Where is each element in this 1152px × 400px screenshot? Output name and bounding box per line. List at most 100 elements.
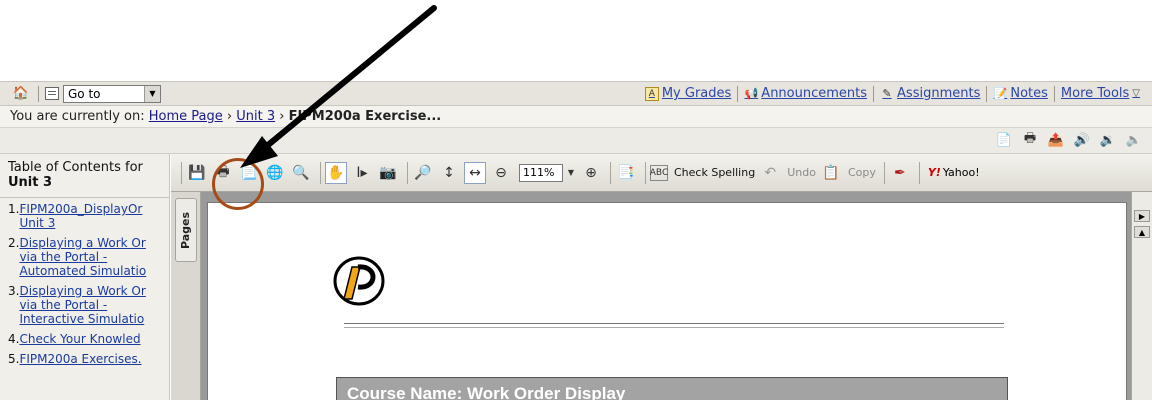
yahoo-logo-icon: Y! [927, 166, 941, 179]
toc-item-link[interactable]: FIPM200a Exercises. [19, 352, 141, 366]
toc-list: 1. FIPM200a_DisplayOr Unit 3 2. Displayin… [0, 198, 169, 366]
toc-item-link[interactable]: via the Portal - [19, 250, 146, 264]
select-text-icon[interactable]: I▸ [351, 162, 373, 184]
yahoo-label: Yahoo! [942, 166, 980, 179]
chevron-down-icon[interactable]: ▼ [566, 162, 576, 184]
copy-button[interactable]: Copy [848, 166, 876, 179]
highlight-circle [212, 158, 264, 210]
zoom-value: 111% [523, 166, 555, 179]
zoom-in-icon[interactable]: 🔎 [412, 162, 434, 184]
annotation-text [140, 0, 500, 18]
toc-item-number: 1. [8, 202, 20, 216]
audio-mute-icon[interactable]: 🔈 [1126, 132, 1142, 148]
toc-item-link[interactable]: Displaying a Work Or [19, 284, 145, 298]
pen-icon[interactable]: ✒ [889, 162, 911, 184]
undo-button[interactable]: Undo [787, 166, 816, 179]
breadcrumb: You are currently on: Home Page › Unit 3… [0, 106, 1152, 128]
goto-list-icon [45, 87, 59, 100]
toc-item-link[interactable]: FIPM200a_DisplayOr [19, 202, 142, 216]
divider [38, 85, 39, 102]
web-icon[interactable]: 🌐 [264, 162, 286, 184]
pdf-viewer: 💾 🖶 📃 🌐 🔍 ✋ I▸ 📷 🔎 ↕ ↔ ⊖ 111% ▼ ⊕ 📑 ABC … [171, 154, 1152, 400]
document-area[interactable]: Course Name: Work Order Display [201, 192, 1131, 400]
toc-title: Table of Contents for [8, 160, 143, 175]
chevron-down-icon[interactable]: ▼ [144, 85, 160, 102]
tools-menu: A My Grades 📢 Announcements ✎ Assignment… [639, 82, 1146, 105]
page-tools-row: 📄 🖶 📤 🔊 🔉 🔈 [0, 128, 1152, 154]
home-icon[interactable]: 🏠 [10, 84, 32, 104]
assignments-icon: ✎ [882, 87, 892, 100]
toc-item-link[interactable]: Displaying a Work Or [19, 236, 146, 250]
vertical-scrollbar[interactable]: ▶ ▲ [1131, 192, 1152, 400]
top-nav-bar: 🏠 Go to ▼ A My Grades 📢 Announcements ✎ … [0, 81, 1152, 106]
announcements-icon: 📢 [744, 87, 759, 100]
fit-width-icon[interactable]: ↔ [464, 161, 486, 184]
toc-item[interactable]: 4. Check Your Knowled [8, 332, 169, 346]
goto-select[interactable]: Go to ▼ [63, 84, 161, 103]
toc-item[interactable]: 5. FIPM200a Exercises. [8, 352, 169, 366]
announcements-link[interactable]: 📢 Announcements [738, 86, 873, 101]
audio-icon[interactable]: 🔊 [1074, 132, 1090, 148]
toc-item[interactable]: 1. FIPM200a_DisplayOr Unit 3 [8, 202, 169, 230]
audio-down-icon[interactable]: 🔉 [1100, 132, 1116, 148]
notes-label: Notes [1010, 86, 1048, 101]
divider [407, 161, 408, 184]
toc-item-number: 4. [8, 332, 20, 346]
toc-item-number: 3. [8, 284, 20, 298]
breadcrumb-current: FIPM200a Exercise... [288, 109, 442, 124]
snapshot-icon[interactable]: 📷 [377, 162, 399, 184]
grades-icon: A [644, 86, 659, 101]
copy-icon: 📋 [822, 164, 840, 181]
toc-item[interactable]: 2. Displaying a Work Or via the Portal -A… [8, 236, 169, 278]
more-tools-menu[interactable]: More Tools ▽ [1055, 86, 1146, 101]
divider [181, 161, 182, 184]
scroll-right-icon[interactable]: ▶ [1134, 210, 1150, 222]
check-spelling-button[interactable]: Check Spelling [674, 166, 755, 179]
toc-header: Table of Contents for Unit 3 [0, 154, 169, 198]
divider [344, 323, 1004, 324]
pages-options-icon[interactable]: 📑 [615, 162, 637, 184]
divider [918, 161, 920, 184]
more-tools-label: More Tools [1060, 86, 1130, 101]
toc-item-link[interactable]: Check Your Knowled [19, 332, 140, 346]
breadcrumb-prefix: You are currently on: [10, 109, 145, 124]
zoom-out-icon[interactable]: ⊖ [490, 162, 512, 184]
find-icon[interactable]: 🔍 [290, 162, 312, 184]
toc-item-link[interactable]: Interactive Simulatio [19, 312, 145, 326]
save-icon[interactable]: 💾 [186, 162, 208, 184]
goto-select-value: Go to [68, 86, 101, 101]
my-grades-label: My Grades [661, 86, 732, 101]
breadcrumb-unit-link[interactable]: Unit 3 [236, 109, 275, 124]
breadcrumb-home-link[interactable]: Home Page [149, 109, 223, 124]
notes-link[interactable]: 📝 Notes [987, 86, 1054, 101]
pages-panel: Pages [171, 192, 201, 400]
pages-tab[interactable]: Pages [175, 198, 197, 262]
pdf-page: Course Name: Work Order Display [207, 202, 1127, 400]
toc-unit: Unit 3 [8, 175, 53, 190]
export-icon[interactable]: 📤 [1048, 132, 1064, 148]
hand-tool-icon[interactable]: ✋ [325, 161, 347, 184]
print-icon[interactable]: 🖶 [1022, 131, 1038, 148]
spellcheck-icon[interactable]: ABC [650, 164, 668, 181]
fit-height-icon[interactable]: ↕ [438, 162, 460, 184]
undo-icon: ↶ [764, 164, 777, 181]
assignments-link[interactable]: ✎ Assignments [874, 86, 986, 101]
scroll-up-icon[interactable]: ▲ [1134, 226, 1150, 238]
document-icon[interactable]: 📄 [996, 132, 1012, 148]
toc-item-link[interactable]: via the Portal - [19, 298, 145, 312]
toc-item-number: 5. [8, 352, 20, 366]
zoom-input[interactable]: 111% [519, 163, 563, 182]
zoom-plus-icon[interactable]: ⊕ [580, 162, 602, 184]
toc-item-link[interactable]: Automated Simulatio [19, 264, 146, 278]
company-logo-icon [333, 256, 385, 306]
course-title: Course Name: Work Order Display [347, 384, 626, 400]
my-grades-link[interactable]: A My Grades [639, 86, 737, 101]
divider [320, 161, 321, 184]
page-tools-group: 📄 🖶 📤 🔊 🔉 🔈 [996, 131, 1142, 148]
yahoo-button[interactable]: Y! Yahoo! [928, 166, 980, 179]
announcements-label: Announcements [761, 86, 868, 101]
toc-item[interactable]: 3. Displaying a Work Or via the Portal -I… [8, 284, 169, 326]
toc-item-link[interactable]: Unit 3 [19, 216, 142, 230]
divider [610, 161, 611, 184]
assignments-label: Assignments [897, 86, 981, 101]
